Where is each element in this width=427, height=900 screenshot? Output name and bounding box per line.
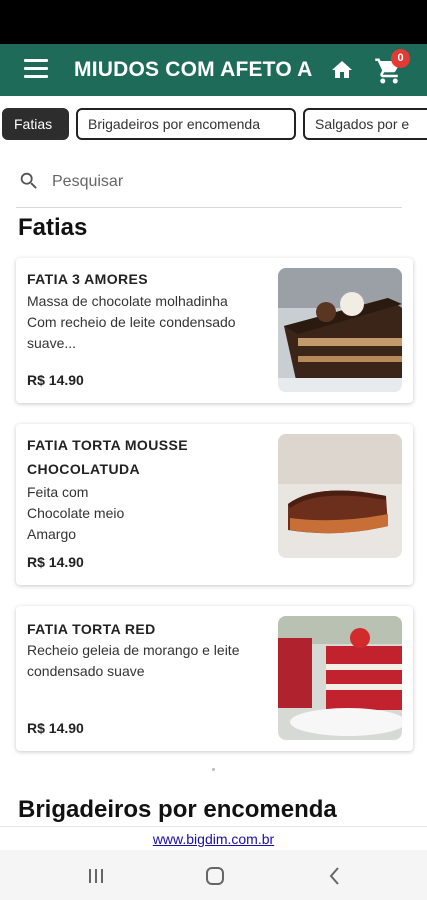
product-description: Recheio geleia de morango e leite conden… [27, 642, 240, 679]
status-bar [0, 0, 427, 44]
product-name: FATIA TORTA RED [27, 621, 156, 637]
footer-link[interactable]: www.bigdim.com.br [0, 826, 427, 850]
search-input[interactable] [52, 168, 392, 196]
product-price: R$ 14.90 [27, 372, 84, 388]
app-header: MIUDOS COM AFETO A 0 [0, 44, 427, 96]
cart-count-badge: 0 [391, 49, 410, 68]
search-icon [20, 172, 37, 189]
product-card[interactable]: FATIA 3 AMORES Massa de chocolate molhad… [16, 258, 413, 403]
product-card[interactable]: FATIA TORTA RED Recheio geleia de morang… [16, 606, 413, 751]
product-name: FATIA 3 AMORES [27, 271, 148, 287]
recents-icon[interactable] [84, 864, 108, 888]
circle-home-icon[interactable] [203, 864, 227, 888]
tab-salgados[interactable]: Salgados por e [303, 108, 427, 140]
system-nav-bar [0, 850, 427, 900]
product-image [278, 268, 402, 392]
category-tabs: Fatias Brigadeiros por encomenda Salgado… [0, 108, 427, 142]
product-price: R$ 14.90 [27, 554, 84, 570]
section-title-brigadeiros: Brigadeiros por encomenda [18, 796, 337, 823]
product-price: R$ 14.90 [27, 720, 84, 736]
tab-brigadeiros[interactable]: Brigadeiros por encomenda [76, 108, 296, 140]
section-title-fatias: Fatias [18, 214, 88, 241]
product-name: FATIA TORTA MOUSSE CHOCOLATUDA [27, 437, 188, 477]
app-title: MIUDOS COM AFETO A [74, 58, 313, 81]
product-description: Massa de chocolate molhadinha Com rechei… [27, 293, 236, 351]
scroll-dot [212, 768, 215, 771]
product-image [278, 616, 402, 740]
product-image [278, 434, 402, 558]
search-bar [16, 164, 402, 208]
tab-fatias[interactable]: Fatias [2, 108, 69, 140]
product-card[interactable]: FATIA TORTA MOUSSE CHOCOLATUDA Feita com… [16, 424, 413, 585]
menu-icon[interactable] [24, 59, 48, 79]
home-icon[interactable] [330, 58, 354, 82]
back-chevron-icon[interactable] [323, 864, 347, 888]
product-description: Feita com Chocolate meio Amargo [27, 484, 125, 542]
